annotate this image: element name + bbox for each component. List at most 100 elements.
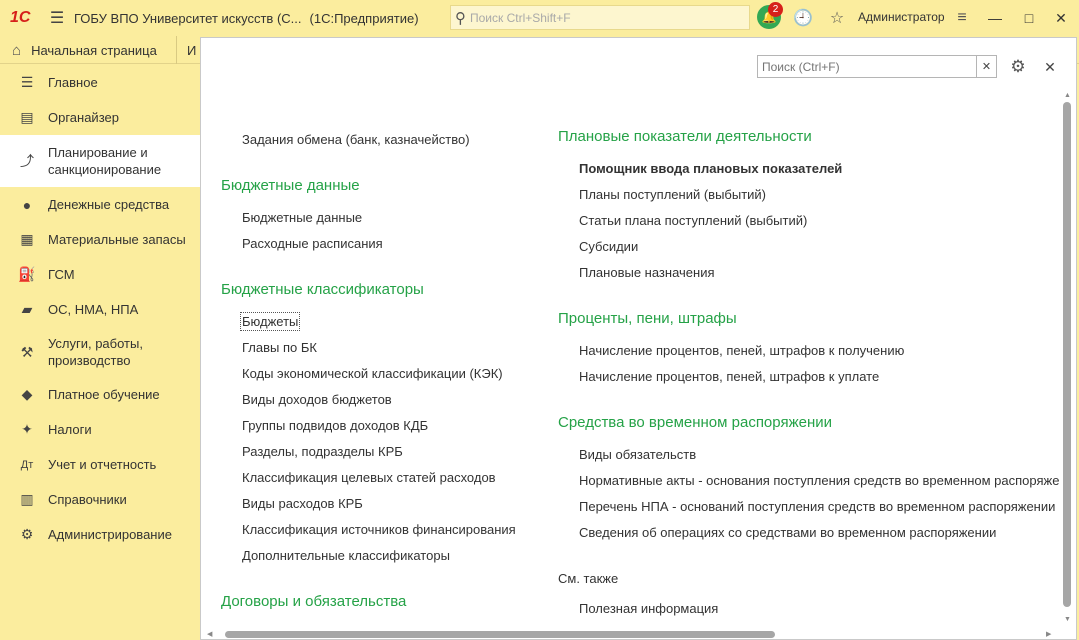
sidebar-item-assets[interactable]: ▰ ОС, НМА, НПА — [0, 292, 200, 327]
clear-search-icon[interactable]: ✕ — [976, 56, 996, 77]
sidebar-item-label: Материальные запасы — [48, 232, 186, 247]
sidebar-item-label: Учет и отчетность — [48, 457, 157, 472]
section-panel: ✕ ⚙ ✕ Задания обмена (банк, казначейство… — [200, 37, 1077, 640]
sidebar-item-main[interactable]: ☰ Главное — [0, 65, 200, 100]
sidebar-item-label: Администрирование — [48, 527, 172, 542]
horizontal-scrollbar[interactable] — [225, 631, 775, 638]
sidebar-item-organizer[interactable]: ▤ Органайзер — [0, 100, 200, 135]
link-planned-assignments[interactable]: Плановые назначения — [579, 265, 715, 280]
link-subsidies[interactable]: Субсидии — [579, 239, 638, 254]
settings-menu-icon[interactable]: ≡ — [950, 6, 974, 30]
scroll-right-arrow-icon[interactable]: ▶ — [1046, 630, 1051, 638]
section-heading-plan-indicators: Плановые показатели деятельности — [558, 128, 812, 145]
sidebar-item-label: Главное — [48, 75, 98, 90]
link-obligation-types[interactable]: Виды обязательств — [579, 447, 696, 462]
tab-home[interactable]: ⌂ Начальная страница — [0, 36, 177, 64]
panel-close-icon[interactable]: ✕ — [1039, 56, 1061, 78]
search-icon: ⚲ — [455, 9, 466, 27]
graduation-cap-icon: ◆ — [21, 386, 33, 402]
minimize-button[interactable]: — — [982, 6, 1008, 30]
tools-icon: ⚒ — [20, 343, 34, 360]
truck-icon: ▰ — [21, 301, 33, 317]
sidebar-item-admin[interactable]: ⚙ Администрирование — [0, 517, 200, 552]
sidebar-item-references[interactable]: ▥ Справочники — [0, 482, 200, 517]
link-temp-funds-operations[interactable]: Сведения об операциях со средствами во в… — [579, 525, 996, 540]
sidebar-item-taxes[interactable]: ✦ Налоги — [0, 412, 200, 447]
sidebar-item-label: ГСМ — [48, 267, 75, 282]
link-kek-codes[interactable]: Коды экономической классификации (КЭК) — [242, 366, 503, 381]
scroll-down-arrow-icon[interactable]: ▼ — [1064, 616, 1071, 623]
sidebar-item-label: Планирование и санкционирование — [48, 145, 162, 177]
link-plan-input-assistant[interactable]: Помощник ввода плановых показателей — [579, 161, 842, 176]
link-kdb-subtype-groups[interactable]: Группы подвидов доходов КДБ — [242, 418, 428, 433]
list-icon: ☰ — [20, 74, 34, 90]
sidebar-item-label: Платное обучение — [48, 387, 160, 402]
grid-icon: ▦ — [20, 231, 34, 247]
fuel-icon: ⛽ — [18, 266, 36, 282]
history-icon[interactable]: 🕘 — [791, 6, 815, 30]
section-heading-budget-classifiers: Бюджетные классификаторы — [221, 281, 424, 298]
link-additional-classifiers[interactable]: Дополнительные классификаторы — [242, 548, 450, 563]
notifications-count-badge: 2 — [768, 2, 783, 17]
sidebar-item-label: ОС, НМА, НПА — [48, 302, 139, 317]
link-funding-sources-class[interactable]: Классификация источников финансирования — [242, 522, 516, 537]
link-useful-info[interactable]: Полезная информация — [579, 601, 718, 616]
see-also-heading: См. также — [558, 571, 619, 586]
sidebar-item-label: Услуги, работы, производство — [48, 336, 143, 368]
link-penalties-receivable[interactable]: Начисление процентов, пеней, штрафов к п… — [579, 343, 904, 358]
link-budget-data[interactable]: Бюджетные данные — [242, 210, 362, 225]
tab-home-label: Начальная страница — [31, 42, 157, 58]
link-krb-expense-types[interactable]: Виды расходов КРБ — [242, 496, 363, 511]
plan-chart-icon: ⤴ — [20, 153, 34, 169]
accounting-icon: Дт — [20, 458, 34, 471]
global-search-placeholder: Поиск Ctrl+Shift+F — [470, 10, 571, 25]
sidebar-item-services[interactable]: ⚒ Услуги, работы, производство — [0, 327, 200, 377]
sidebar-item-planning[interactable]: ⤴ Планирование и санкционирование — [0, 135, 200, 187]
sidebar: ☰ Главное ▤ Органайзер ⤴ Планирование и … — [0, 65, 200, 640]
sidebar-item-materials[interactable]: ▦ Материальные запасы — [0, 222, 200, 257]
link-expense-schedules[interactable]: Расходные расписания — [242, 236, 383, 251]
section-heading-penalties: Проценты, пени, штрафы — [558, 310, 737, 327]
vertical-scrollbar[interactable] — [1063, 102, 1071, 607]
window-title: ГОБУ ВПО Университет искусств (С... — [74, 10, 302, 26]
panel-settings-gear-icon[interactable]: ⚙ — [1007, 56, 1029, 78]
window-close-button[interactable]: ✕ — [1048, 6, 1074, 30]
global-search-input[interactable]: ⚲ Поиск Ctrl+Shift+F — [450, 5, 750, 30]
link-exchange-tasks[interactable]: Задания обмена (банк, казначейство) — [242, 132, 470, 147]
link-krb-sections[interactable]: Разделы, подразделы КРБ — [242, 444, 403, 459]
books-icon: ▥ — [20, 491, 34, 507]
section-heading-budget-data: Бюджетные данные — [221, 177, 360, 194]
section-heading-temp-funds: Средства во временном распоряжении — [558, 414, 832, 431]
panel-search-input[interactable] — [758, 56, 976, 77]
window-mode: (1С:Предприятие) — [309, 10, 419, 26]
link-target-expense-class[interactable]: Классификация целевых статей расходов — [242, 470, 496, 485]
link-budget-income-types[interactable]: Виды доходов бюджетов — [242, 392, 392, 407]
clipboard-icon: ▤ — [20, 109, 34, 125]
home-icon: ⌂ — [12, 41, 22, 59]
link-penalties-payable[interactable]: Начисление процентов, пеней, штрафов к у… — [579, 369, 879, 384]
sidebar-item-label: Денежные средства — [48, 197, 170, 212]
sidebar-item-money[interactable]: ● Денежные средства — [0, 187, 200, 222]
link-normative-acts[interactable]: Нормативные акты - основания поступления… — [579, 473, 1059, 488]
section-heading-contracts: Договоры и обязательства — [221, 593, 407, 610]
panel-search-field[interactable]: ✕ — [757, 55, 997, 78]
sidebar-item-accounting[interactable]: Дт Учет и отчетность — [0, 447, 200, 482]
favorites-star-icon[interactable]: ☆ — [825, 6, 849, 30]
sidebar-item-paid-education[interactable]: ◆ Платное обучение — [0, 377, 200, 412]
app-logo: 1С — [10, 9, 31, 26]
scroll-up-arrow-icon[interactable]: ▲ — [1064, 92, 1071, 99]
emblem-icon: ✦ — [21, 421, 33, 437]
coin-icon: ● — [22, 196, 32, 213]
link-bk-chapters[interactable]: Главы по БК — [242, 340, 317, 355]
link-budgets[interactable]: Бюджеты — [239, 312, 301, 331]
gear-icon: ⚙ — [20, 526, 34, 542]
link-npa-list[interactable]: Перечень НПА - оснований поступления сре… — [579, 499, 1055, 514]
main-menu-icon[interactable]: ☰ — [40, 0, 74, 36]
sidebar-item-label: Органайзер — [48, 110, 119, 125]
sidebar-item-fuel[interactable]: ⛽ ГСМ — [0, 257, 200, 292]
maximize-button[interactable]: □ — [1016, 6, 1042, 30]
current-user[interactable]: Администратор — [858, 10, 945, 24]
link-income-plans[interactable]: Планы поступлений (выбытий) — [579, 187, 766, 202]
link-income-plan-items[interactable]: Статьи плана поступлений (выбытий) — [579, 213, 807, 228]
scroll-left-arrow-icon[interactable]: ◀ — [207, 630, 212, 638]
